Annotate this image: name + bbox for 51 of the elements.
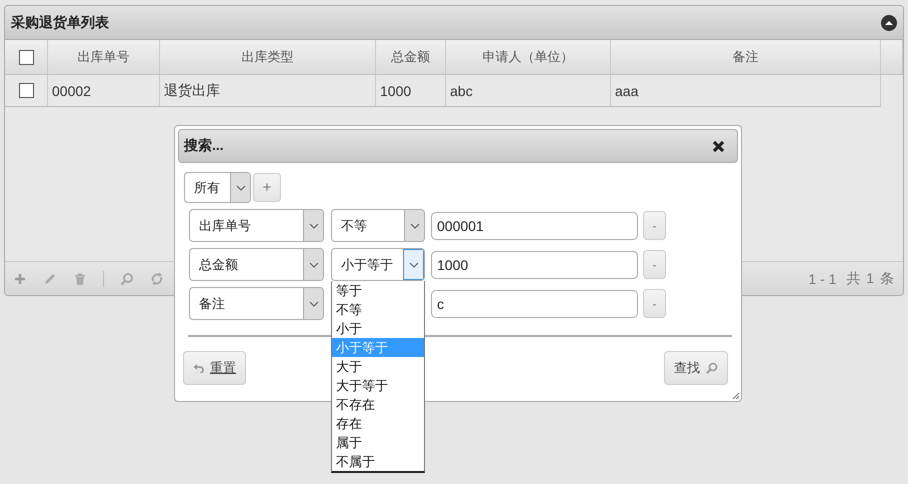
chevron-icon [410, 222, 420, 228]
remove-rule-button[interactable]: - [643, 289, 666, 318]
chevron-icon [308, 262, 318, 268]
dropdown-option[interactable]: 大于等于 [332, 376, 424, 395]
table-cell: abc [446, 75, 611, 106]
undo-icon [193, 363, 204, 373]
dropdown-option[interactable]: 大于 [332, 357, 424, 376]
dropdown-option[interactable]: 存在 [332, 414, 424, 433]
chevron-icon [308, 300, 318, 306]
field-select[interactable]: 总金额 [189, 248, 324, 281]
value-input[interactable]: 1000 [431, 250, 638, 278]
dropdown-option[interactable]: 小于 [332, 319, 424, 338]
value-input[interactable]: c [431, 290, 638, 318]
reset-button[interactable]: 重置 [183, 351, 246, 385]
chevron-icon [308, 222, 318, 228]
add-rule-button[interactable]: + [253, 173, 281, 202]
dropdown-option[interactable]: 等于 [332, 281, 424, 300]
table-cell: 00002 [48, 75, 160, 106]
record-count: 共 1 条 [846, 270, 895, 288]
table-cell: 退货出库 [160, 75, 376, 106]
remove-rule-button[interactable]: - [643, 211, 666, 240]
select-all-checkbox[interactable] [18, 50, 34, 64]
table-cell: aaa [611, 75, 881, 106]
find-button[interactable]: 查找 [664, 351, 728, 385]
collapse-icon[interactable] [881, 14, 897, 30]
column-header[interactable]: 总金额 [376, 40, 446, 74]
dropdown-option[interactable]: 不存在 [332, 395, 424, 414]
search-icon [706, 362, 718, 374]
operator-select[interactable]: 不等 [331, 209, 425, 242]
column-header[interactable]: 申请人（单位） [446, 40, 611, 74]
value-input[interactable]: 000001 [431, 212, 638, 240]
group-operator-select[interactable]: 所有 [184, 172, 251, 203]
field-select[interactable]: 备注 [189, 287, 324, 320]
dropdown-option[interactable]: 属于 [332, 433, 424, 452]
column-header[interactable]: 出库单号 [48, 40, 160, 74]
remove-rule-button[interactable]: - [643, 250, 666, 279]
dialog-title: 搜索... [184, 137, 224, 155]
table-cell: 1000 [376, 75, 446, 106]
pager-range: 1 - 1 [808, 270, 836, 286]
resize-grip-icon[interactable] [732, 392, 740, 400]
operator-select[interactable]: 小于等于 [331, 248, 425, 281]
close-icon[interactable] [712, 140, 725, 152]
chevron-icon [408, 262, 418, 268]
field-select[interactable]: 出库单号 [189, 209, 324, 242]
panel-title: 采购退货单列表 [11, 14, 110, 32]
chevron-icon [236, 184, 246, 190]
row-checkbox[interactable] [18, 83, 34, 98]
dropdown-option[interactable]: 不属于 [332, 452, 424, 471]
column-header[interactable]: 备注 [611, 40, 881, 74]
column-header[interactable]: 出库类型 [160, 40, 376, 74]
dropdown-option[interactable]: 不等 [332, 300, 424, 319]
